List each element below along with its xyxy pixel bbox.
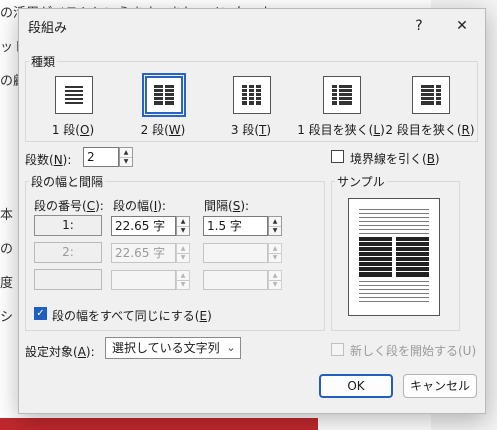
doc-red-bar	[0, 418, 318, 430]
presets-group-label: 種類	[29, 53, 58, 70]
two-columns-icon	[154, 85, 174, 105]
column-spacing-input-1[interactable]: 1.5 字	[203, 216, 268, 236]
doc-line-4: 本	[0, 208, 14, 223]
preset-two-columns-label: 2 段(W)	[140, 123, 186, 137]
right-narrow-icon	[421, 85, 441, 105]
apply-to-select[interactable]: 選択している文字列 ⌄	[105, 337, 241, 359]
column-spacing-input-2	[203, 243, 268, 263]
new-column-checkbox	[331, 343, 344, 356]
close-button[interactable]: ✕	[449, 15, 475, 37]
preset-one-column-label: 1 段(O)	[51, 123, 95, 137]
column-width-spinner-1[interactable]: ▲ ▼	[176, 216, 190, 236]
equal-width-checkbox[interactable]: ✓	[34, 307, 47, 320]
apply-to-value: 選択している文字列	[112, 341, 220, 355]
column-width-input-3	[111, 270, 176, 290]
equal-width-label: 段の幅をすべて同じにする(E)	[52, 309, 212, 323]
column-width-input-1[interactable]: 22.65 字	[111, 216, 176, 236]
help-button[interactable]: ?	[406, 15, 432, 37]
title-bar: 段組み ? ✕	[19, 9, 485, 45]
chevron-down-icon: ⌄	[226, 341, 236, 354]
doc-line-7: シ	[0, 310, 14, 325]
spin-down-icon[interactable]: ▼	[120, 157, 132, 166]
sample-group-label: サンプル	[335, 173, 387, 190]
preset-right-narrow-label: 2 段目を狭く(R)	[385, 123, 475, 137]
line-between-label: 境界線を引く(B)	[350, 152, 440, 166]
ok-button[interactable]: OK	[319, 374, 393, 398]
column-number-2: 2:	[34, 242, 102, 263]
doc-line-5: の	[0, 242, 14, 257]
column-number-header: 段の番号(C):	[34, 199, 104, 213]
spin-down-icon: ▼	[272, 281, 278, 288]
sample-page-icon	[359, 209, 429, 302]
apply-to-label: 設定対象(A):	[25, 345, 95, 359]
spin-down-icon: ▼	[272, 254, 278, 261]
spin-down-icon[interactable]: ▼	[269, 226, 281, 235]
column-spacing-input-3	[203, 270, 268, 290]
preset-three-columns-button[interactable]	[233, 76, 271, 114]
preset-one-column-button[interactable]	[55, 76, 93, 114]
sample-preview	[348, 198, 440, 316]
column-spacing-spinner-2: ▲ ▼	[268, 243, 282, 263]
columns-count-input[interactable]: 2	[83, 147, 119, 167]
spin-down-icon[interactable]: ▼	[177, 226, 189, 235]
column-width-header: 段の幅(I):	[113, 199, 166, 213]
doc-line-6: 度	[0, 276, 14, 291]
spin-down-icon: ▼	[180, 281, 186, 288]
preset-left-narrow-button[interactable]	[323, 76, 361, 114]
preset-left-narrow-label: 1 段目を狭く(L)	[297, 123, 385, 137]
column-spacing-header: 間隔(S):	[204, 199, 250, 213]
preset-two-columns-button[interactable]	[142, 73, 186, 117]
column-number-3	[34, 269, 102, 290]
dialog-title: 段組み	[28, 21, 68, 36]
column-number-1[interactable]: 1:	[34, 215, 102, 236]
width-spacing-group-label: 段の幅と間隔	[29, 173, 106, 190]
columns-dialog: 段組み ? ✕ 種類 1 段(O) 2 段(W) 3 段(T) 1 段目を狭く(…	[18, 8, 486, 414]
new-column-label: 新しく段を開始する(U)	[350, 344, 477, 358]
column-width-spinner-3: ▲ ▼	[176, 270, 190, 290]
three-columns-icon	[242, 85, 261, 105]
columns-count-spinner[interactable]: ▲ ▼	[119, 147, 133, 167]
preset-right-narrow-button[interactable]	[412, 76, 450, 114]
spin-down-icon: ▼	[180, 254, 186, 261]
left-narrow-icon	[332, 85, 352, 105]
checkmark-icon: ✓	[36, 308, 45, 319]
cancel-button[interactable]: キャンセル	[403, 374, 477, 398]
column-spacing-spinner-1[interactable]: ▲ ▼	[268, 216, 282, 236]
line-between-checkbox[interactable]	[331, 150, 344, 163]
columns-count-label: 段数(N):	[25, 153, 72, 167]
column-spacing-spinner-3: ▲ ▼	[268, 270, 282, 290]
one-column-icon	[65, 86, 83, 104]
column-width-spinner-2: ▲ ▼	[176, 243, 190, 263]
preset-three-columns-label: 3 段(T)	[230, 123, 272, 137]
column-width-input-2: 22.65 字	[111, 243, 176, 263]
